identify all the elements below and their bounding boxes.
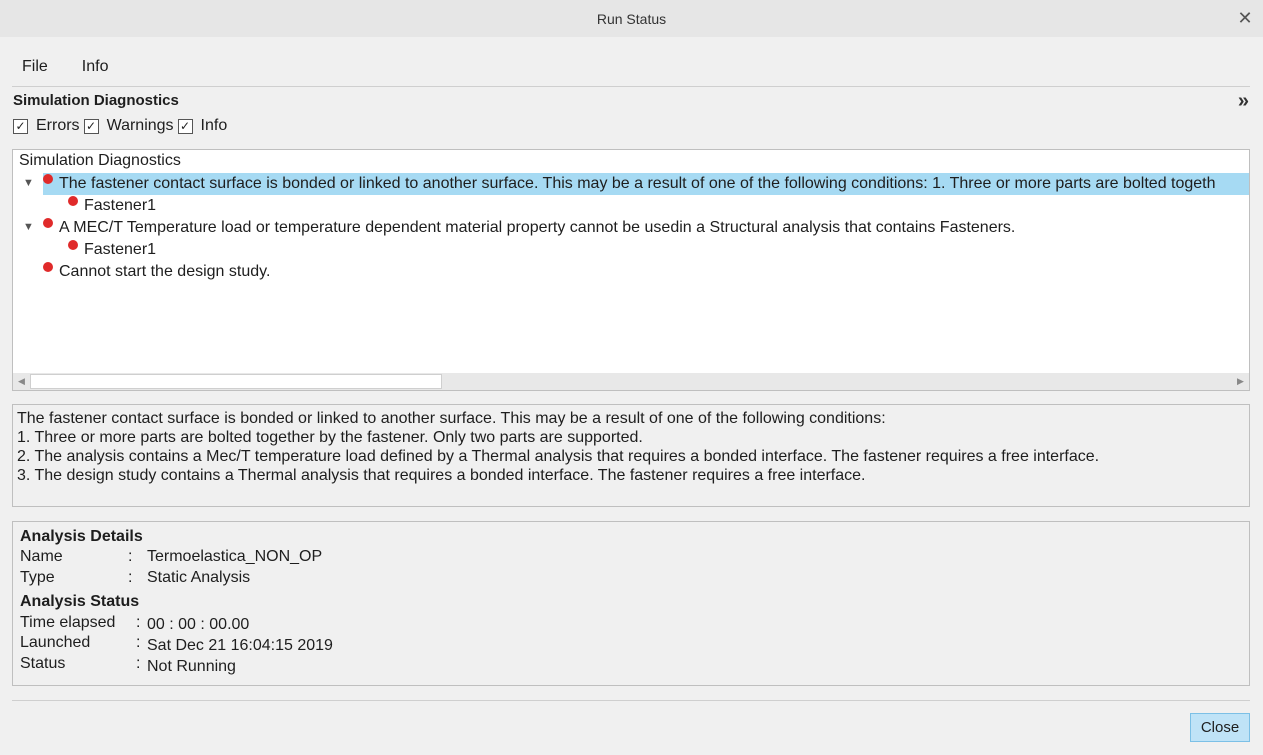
- info-label: Info: [200, 117, 228, 134]
- type-label: Type: [20, 569, 55, 586]
- tree-item-label: Cannot start the design study.: [59, 263, 271, 280]
- analysis-panel: Analysis Details Name : Termoelastica_NO…: [12, 521, 1250, 686]
- status-label: Status: [20, 655, 66, 672]
- tree-item-error[interactable]: The fastener contact surface is bonded o…: [43, 173, 1249, 195]
- info-checkbox[interactable]: ✓: [177, 118, 193, 134]
- warnings-filter[interactable]: ✓ Warnings: [83, 117, 174, 135]
- tree-item-label: Fastener1: [84, 241, 157, 258]
- scrollbar-thumb[interactable]: [30, 374, 442, 389]
- launched-value: Sat Dec 21 16:04:15 2019: [147, 637, 333, 654]
- name-separator: :: [128, 548, 133, 565]
- title-bar: Run Status ✕: [0, 0, 1263, 37]
- expand-arrow-icon[interactable]: ▼: [23, 221, 35, 233]
- expand-glyph: »: [1237, 90, 1249, 112]
- close-button[interactable]: Close: [1190, 713, 1250, 742]
- diagnostic-filters: ✓ Errors ✓ Warnings ✓ Info: [13, 117, 231, 135]
- name-label: Name: [20, 548, 63, 565]
- tree-item-error[interactable]: A MEC/T Temperature load or temperature …: [43, 217, 1015, 239]
- tree-item-child[interactable]: Fastener1: [68, 239, 156, 261]
- menu-bar: File Info: [12, 56, 112, 78]
- close-icon[interactable]: ✕: [1237, 9, 1253, 27]
- info-filter[interactable]: ✓ Info: [177, 117, 228, 135]
- warnings-checkbox[interactable]: ✓: [83, 118, 99, 134]
- menu-file[interactable]: File: [12, 56, 52, 78]
- message-line: 3. The design study contains a Thermal a…: [17, 467, 866, 484]
- tree-item-child[interactable]: Fastener1: [68, 195, 156, 217]
- analysis-status-heading: Analysis Status: [20, 593, 140, 610]
- elapsed-label: Time elapsed: [20, 614, 116, 631]
- type-separator: :: [128, 569, 133, 586]
- error-icon: [68, 240, 78, 250]
- diagnostics-tree[interactable]: Simulation Diagnostics ▼ The fastener co…: [12, 149, 1250, 391]
- horizontal-scrollbar[interactable]: ◀ ▶: [13, 373, 1249, 390]
- error-icon: [43, 218, 53, 228]
- diagnostic-message-panel: The fastener contact surface is bonded o…: [12, 404, 1250, 507]
- message-line: 1. Three or more parts are bolted togeth…: [17, 429, 643, 446]
- launched-label: Launched: [20, 634, 91, 651]
- tree-root-label: Simulation Diagnostics: [19, 152, 181, 169]
- elapsed-value: 00 : 00 : 00.00: [147, 616, 250, 633]
- status-value: Not Running: [147, 658, 236, 675]
- error-icon: [43, 262, 53, 272]
- warnings-label: Warnings: [106, 117, 174, 134]
- analysis-details-heading: Analysis Details: [20, 528, 143, 545]
- scroll-left-icon[interactable]: ◀: [13, 373, 30, 390]
- diagnostics-heading: Simulation Diagnostics: [13, 92, 179, 109]
- message-line: 2. The analysis contains a Mec/T tempera…: [17, 448, 1100, 465]
- errors-label: Errors: [36, 117, 80, 134]
- launched-separator: :: [136, 634, 141, 651]
- errors-filter[interactable]: ✓ Errors: [13, 117, 80, 135]
- error-icon: [43, 174, 53, 184]
- type-value: Static Analysis: [147, 569, 251, 586]
- status-separator: :: [136, 655, 141, 672]
- tree-item-error[interactable]: Cannot start the design study.: [43, 261, 270, 283]
- menu-info[interactable]: Info: [72, 56, 113, 78]
- expand-arrow-icon[interactable]: ▼: [23, 177, 35, 189]
- error-icon: [68, 196, 78, 206]
- tree-item-label: Fastener1: [84, 197, 157, 214]
- errors-checkbox[interactable]: ✓: [13, 118, 28, 134]
- message-line: The fastener contact surface is bonded o…: [17, 410, 886, 427]
- menu-divider: [12, 86, 1250, 87]
- window-title: Run Status: [596, 10, 667, 27]
- elapsed-separator: :: [136, 614, 141, 631]
- tree-item-label: The fastener contact surface is bonded o…: [59, 175, 1216, 192]
- footer-divider: [12, 700, 1250, 701]
- tree-item-label: A MEC/T Temperature load or temperature …: [59, 219, 1016, 236]
- scroll-right-icon[interactable]: ▶: [1232, 373, 1249, 390]
- expand-icon[interactable]: »: [1237, 90, 1249, 113]
- name-value: Termoelastica_NON_OP: [147, 548, 323, 565]
